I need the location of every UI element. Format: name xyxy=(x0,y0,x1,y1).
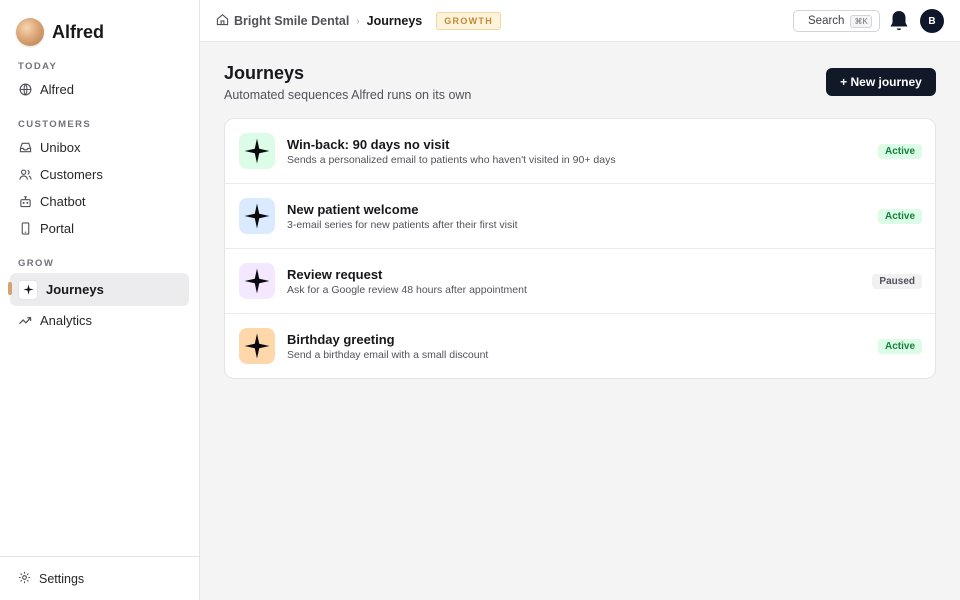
sidebar: Alfred TODAY Alfred CUSTOMERS Unibox Cus… xyxy=(0,0,200,600)
journey-row[interactable]: Review request Ask for a Google review 4… xyxy=(225,249,935,314)
home-icon[interactable] xyxy=(216,13,229,29)
settings-link[interactable]: Settings xyxy=(18,571,84,587)
breadcrumb-org[interactable]: Bright Smile Dental xyxy=(234,14,349,28)
sidebar-item-chatbot[interactable]: Chatbot xyxy=(10,186,189,216)
sidebar-item-label: Portal xyxy=(40,220,74,236)
globe-icon xyxy=(18,82,32,96)
sidebar-item-unibox[interactable]: Unibox xyxy=(10,132,189,162)
trending-icon xyxy=(18,313,32,327)
journey-row[interactable]: Win-back: 90 days no visit Sends a perso… xyxy=(225,119,935,184)
search-label: Search xyxy=(808,15,845,27)
journey-row[interactable]: Birthday greeting Send a birthday email … xyxy=(225,314,935,378)
status-badge: Active xyxy=(877,209,922,224)
sidebar-item-journeys[interactable]: Journeys xyxy=(8,273,189,306)
sidebar-item-portal[interactable]: Portal xyxy=(10,213,189,243)
bot-icon xyxy=(18,194,32,208)
status-badge: Active xyxy=(877,144,922,159)
journey-title: New patient welcome xyxy=(287,202,419,217)
sidebar-item-label: Analytics xyxy=(40,312,93,328)
gear-icon xyxy=(18,571,31,587)
journey-title: Win-back: 90 days no visit xyxy=(287,137,450,152)
breadcrumb: Bright Smile Dental › Journeys GROWTH xyxy=(216,12,502,30)
bell-icon[interactable] xyxy=(888,9,910,33)
section-label-grow: GROW xyxy=(18,258,55,269)
status-badge: Active xyxy=(877,339,922,354)
sparkle-icon xyxy=(239,198,275,234)
section-label-customers: CUSTOMERS xyxy=(18,119,92,130)
journey-title: Birthday greeting xyxy=(287,332,395,347)
sidebar-item-label: Unibox xyxy=(40,139,81,155)
sparkle-icon xyxy=(239,133,275,169)
sidebar-item-label: Chatbot xyxy=(40,193,86,209)
page-title: Journeys xyxy=(224,63,305,83)
status-badge: Paused xyxy=(872,274,922,289)
journey-description: Send a birthday email with a small disco… xyxy=(287,349,489,361)
sidebar-item-label: Journeys xyxy=(46,282,104,297)
brand[interactable]: Alfred xyxy=(16,17,104,47)
journey-description: Sends a personalized email to patients w… xyxy=(287,154,616,166)
topbar: Bright Smile Dental › Journeys GROWTH Se… xyxy=(200,0,960,42)
sparkle-icon xyxy=(239,328,275,364)
phone-icon xyxy=(18,221,32,235)
breadcrumb-separator: › xyxy=(356,15,360,27)
plan-badge: GROWTH xyxy=(436,12,502,30)
page-subtitle: Automated sequences Alfred runs on its o… xyxy=(224,88,472,102)
journey-description: Ask for a Google review 48 hours after a… xyxy=(287,284,527,296)
inbox-icon xyxy=(18,140,32,154)
sparkle-icon xyxy=(239,263,275,299)
users-icon xyxy=(18,167,32,181)
journeys-list: Win-back: 90 days no visit Sends a perso… xyxy=(224,118,936,379)
sidebar-item-alfred[interactable]: Alfred xyxy=(10,74,189,104)
active-indicator xyxy=(8,282,12,295)
brand-logo xyxy=(16,18,44,46)
section-label-today: TODAY xyxy=(18,61,58,72)
new-journey-button[interactable]: + New journey xyxy=(826,68,936,96)
journey-row[interactable]: New patient welcome 3-email series for n… xyxy=(225,184,935,249)
sidebar-item-label: Alfred xyxy=(40,81,74,97)
settings-label: Settings xyxy=(39,572,85,586)
breadcrumb-current: Journeys xyxy=(366,14,423,28)
sidebar-footer: Settings xyxy=(0,556,199,600)
brand-name: Alfred xyxy=(52,21,105,42)
sidebar-item-analytics[interactable]: Analytics xyxy=(10,305,189,335)
sparkle-icon xyxy=(18,279,38,300)
sidebar-item-customers[interactable]: Customers xyxy=(10,159,189,189)
journey-title: Review request xyxy=(287,267,383,282)
search-shortcut: ⌘K xyxy=(850,14,872,28)
journey-description: 3-email series for new patients after th… xyxy=(287,219,518,231)
sidebar-item-label: Customers xyxy=(40,166,103,182)
search-button[interactable]: Search ⌘K xyxy=(793,10,880,32)
avatar[interactable]: B xyxy=(920,9,944,33)
